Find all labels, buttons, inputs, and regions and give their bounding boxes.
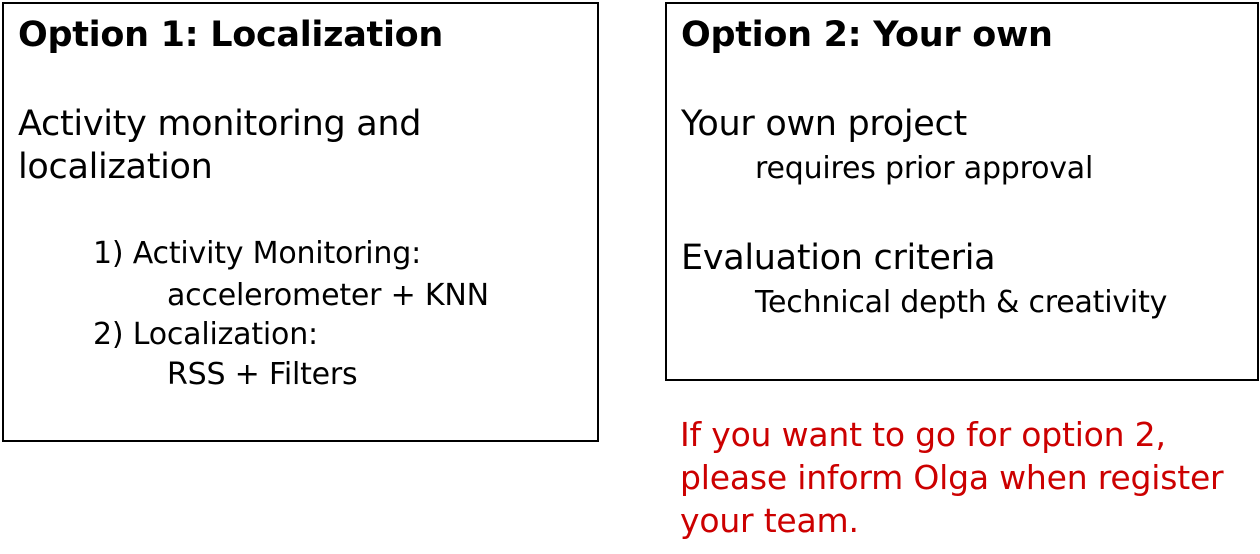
option1-item1-label: 1) Activity Monitoring: bbox=[93, 236, 421, 271]
option2-box bbox=[665, 2, 1259, 381]
option1-heading-line2: localization bbox=[18, 147, 213, 187]
option2-project-heading: Your own project bbox=[681, 104, 967, 144]
option1-item1-detail: accelerometer + KNN bbox=[167, 278, 489, 313]
option1-item2-label: 2) Localization: bbox=[93, 317, 318, 352]
option2-note: If you want to go for option 2, please i… bbox=[680, 415, 1224, 540]
option2-project-detail: requires prior approval bbox=[755, 151, 1094, 186]
option2-title: Option 2: Your own bbox=[681, 15, 1053, 55]
option2-criteria-detail: Technical depth & creativity bbox=[755, 285, 1168, 320]
option1-item2-detail: RSS + Filters bbox=[167, 357, 358, 392]
option1-heading-line1: Activity monitoring and bbox=[18, 104, 422, 144]
option1-title: Option 1: Localization bbox=[18, 15, 444, 55]
option2-criteria-heading: Evaluation criteria bbox=[681, 238, 996, 278]
